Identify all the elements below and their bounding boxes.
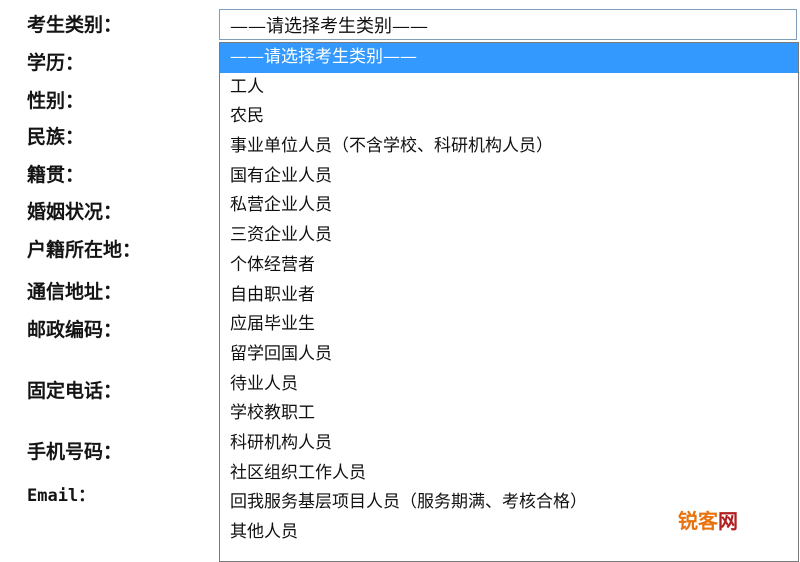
dropdown-option[interactable]: 待业人员 <box>220 370 798 400</box>
label-landline: 固定电话： <box>27 380 123 402</box>
dropdown-option[interactable]: 国有企业人员 <box>220 162 798 192</box>
dropdown-option-placeholder[interactable]: ——请选择考生类别—— <box>220 43 798 73</box>
watermark-text-part1: 锐客 <box>678 509 718 533</box>
watermark-text-part2: 网 <box>718 509 738 533</box>
site-watermark-logo: 锐客网 <box>678 508 738 534</box>
label-ethnicity: 民族： <box>27 126 85 148</box>
dropdown-option[interactable]: 个体经营者 <box>220 251 798 281</box>
label-household-location: 户籍所在地： <box>27 239 142 261</box>
candidate-category-select[interactable]: ——请选择考生类别—— <box>219 9 797 40</box>
label-postal-code: 邮政编码： <box>27 319 123 341</box>
candidate-category-dropdown[interactable]: ——请选择考生类别—— 工人 农民 事业单位人员（不含学校、科研机构人员） 国有… <box>219 42 799 562</box>
dropdown-option[interactable]: 社区组织工作人员 <box>220 459 798 489</box>
label-native-place: 籍贯： <box>27 164 85 186</box>
dropdown-option[interactable]: 私营企业人员 <box>220 191 798 221</box>
dropdown-option[interactable]: 留学回国人员 <box>220 340 798 370</box>
dropdown-option[interactable]: 自由职业者 <box>220 281 798 311</box>
dropdown-option[interactable]: 应届毕业生 <box>220 310 798 340</box>
select-current-value: ——请选择考生类别—— <box>230 15 428 37</box>
label-email: Email： <box>27 486 96 506</box>
dropdown-option[interactable]: 三资企业人员 <box>220 221 798 251</box>
label-gender: 性别： <box>27 90 85 112</box>
dropdown-option[interactable]: 事业单位人员（不含学校、科研机构人员） <box>220 132 798 162</box>
label-education: 学历： <box>27 52 85 74</box>
label-marital-status: 婚姻状况： <box>27 201 123 223</box>
dropdown-option[interactable]: 学校教职工 <box>220 399 798 429</box>
label-mobile: 手机号码： <box>27 441 123 463</box>
dropdown-option[interactable]: 农民 <box>220 102 798 132</box>
label-candidate-category: 考生类别： <box>27 14 123 36</box>
dropdown-option[interactable]: 工人 <box>220 73 798 103</box>
dropdown-option[interactable]: 科研机构人员 <box>220 429 798 459</box>
label-mailing-address: 通信地址： <box>27 281 123 303</box>
